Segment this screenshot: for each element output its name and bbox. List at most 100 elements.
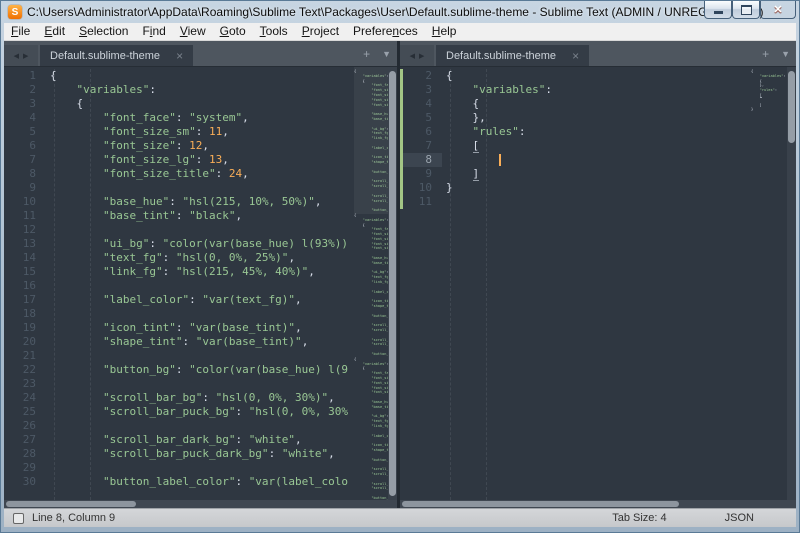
code-line: { — [442, 69, 751, 83]
code-line — [46, 419, 354, 433]
gutter-left: 1234567891011121314151617181920212223242… — [4, 67, 46, 500]
close-button[interactable]: ✕ — [760, 1, 796, 19]
nav-back-icon[interactable]: ◀ — [14, 52, 19, 60]
pane-right: ◀ ▶ Default.sublime-theme × + ▼ 23456789… — [400, 41, 796, 508]
code-line: "variables": — [442, 83, 751, 97]
menu-item-selection[interactable]: Selection — [72, 23, 135, 40]
line-number: 19 — [4, 321, 46, 335]
horizontal-scrollbar-right[interactable] — [400, 500, 796, 508]
code-line: "icon_tint": "var(base_tint)", — [46, 321, 354, 335]
menu-item-goto[interactable]: Goto — [213, 23, 253, 40]
line-number: 29 — [4, 461, 46, 475]
code-line — [46, 223, 354, 237]
line-number: 5 — [4, 125, 46, 139]
menu-item-find[interactable]: Find — [135, 23, 172, 40]
status-cursor-position: Line 8, Column 9 — [32, 512, 115, 524]
menu-item-project[interactable]: Project — [295, 23, 346, 40]
code-line: "scroll_bar_puck_bg": "hsl(0, 0%, 30% — [46, 405, 354, 419]
tab-bar-left: ◀ ▶ Default.sublime-theme × + ▼ — [4, 41, 397, 67]
line-number: 10 — [400, 181, 442, 195]
close-tab-icon[interactable]: × — [176, 50, 183, 62]
code-line: "font_size_sm": 11, — [46, 125, 354, 139]
diff-added-marker — [400, 69, 403, 209]
code-line: "scroll_bar_bg": "hsl(0, 0%, 30%)", — [46, 391, 354, 405]
line-number: 2 — [4, 83, 46, 97]
code-area-left[interactable]: { "variables": { "font_face": "system", … — [46, 67, 354, 500]
menu-item-view[interactable]: View — [173, 23, 213, 40]
vertical-scrollbar-left[interactable] — [388, 67, 397, 500]
pane-left: ◀ ▶ Default.sublime-theme × + ▼ 12345678… — [4, 41, 397, 508]
menu-item-preferences[interactable]: Preferences — [346, 23, 425, 40]
scrollbar-puck[interactable] — [6, 501, 136, 507]
status-indicator-icon[interactable] — [13, 513, 24, 524]
tab-overflow-icon[interactable]: ▼ — [775, 49, 796, 59]
horizontal-scrollbar-left[interactable] — [4, 500, 397, 508]
line-number: 11 — [400, 195, 442, 209]
nav-forward-icon[interactable]: ▶ — [419, 52, 424, 60]
maximize-button[interactable] — [732, 1, 760, 19]
nav-forward-icon[interactable]: ▶ — [23, 52, 28, 60]
tab-bar-right: ◀ ▶ Default.sublime-theme × + ▼ — [400, 41, 796, 67]
code-line: "text_fg": "hsl(0, 0%, 25%)", — [46, 251, 354, 265]
code-line: "scroll_bar_dark_bg": "white", — [46, 433, 354, 447]
minimize-button[interactable] — [704, 1, 732, 19]
window-title: C:\Users\Administrator\AppData\Roaming\S… — [27, 5, 763, 19]
line-number: 8 — [400, 153, 442, 167]
code-line: "shape_tint": "var(base_tint)", — [46, 335, 354, 349]
code-line: [ — [442, 139, 751, 153]
nav-back-icon[interactable]: ◀ — [410, 52, 415, 60]
line-number: 24 — [4, 391, 46, 405]
code-line: "base_tint": "black", — [46, 209, 354, 223]
new-tab-icon[interactable]: + — [357, 47, 376, 61]
menu-item-edit[interactable]: Edit — [37, 23, 72, 40]
line-number: 27 — [4, 433, 46, 447]
line-number: 25 — [4, 405, 46, 419]
editor-right: 234567891011 { "variables": { }, "rules"… — [400, 67, 796, 500]
code-line — [46, 307, 354, 321]
scrollbar-puck[interactable] — [389, 71, 396, 496]
line-number: 21 — [4, 349, 46, 363]
status-syntax[interactable]: JSON — [725, 512, 754, 524]
code-line: "font_size_title": 24, — [46, 167, 354, 181]
menu-bar: FileEditSelectionFindViewGotoToolsProjec… — [4, 23, 796, 41]
tab-overflow-icon[interactable]: ▼ — [376, 49, 397, 59]
editor-left: 1234567891011121314151617181920212223242… — [4, 67, 397, 500]
line-number: 23 — [4, 377, 46, 391]
menu-item-tools[interactable]: Tools — [253, 23, 295, 40]
menu-item-file[interactable]: File — [4, 23, 37, 40]
tab-default-sublime-theme[interactable]: Default.sublime-theme × — [40, 45, 193, 66]
close-tab-icon[interactable]: × — [572, 50, 579, 62]
scrollbar-puck[interactable] — [402, 501, 679, 507]
minimap-left[interactable]: { "variables": { "font_face": "system", … — [354, 67, 388, 500]
minimap-right[interactable]: { "variables": { }, "rules": [ ]} — [751, 67, 787, 500]
tab-label: Default.sublime-theme — [446, 50, 556, 62]
tab-nav-box: ◀ ▶ — [4, 45, 38, 66]
tab-label: Default.sublime-theme — [50, 50, 160, 62]
status-bar: Line 8, Column 9 Tab Size: 4 JSON — [4, 508, 796, 527]
code-area-right[interactable]: { "variables": { }, "rules": [ ]} — [442, 67, 751, 500]
line-number: 2 — [400, 69, 442, 83]
line-number: 20 — [4, 335, 46, 349]
line-number: 18 — [4, 307, 46, 321]
code-line: "font_size": 12, — [46, 139, 354, 153]
title-bar: S C:\Users\Administrator\AppData\Roaming… — [1, 1, 799, 23]
code-line: "variables": — [46, 83, 354, 97]
code-line — [46, 461, 354, 475]
tab-nav-box: ◀ ▶ — [400, 45, 434, 66]
editor-group: ◀ ▶ Default.sublime-theme × + ▼ 12345678… — [4, 41, 796, 508]
code-line: "label_color": "var(text_fg)", — [46, 293, 354, 307]
code-line — [46, 377, 354, 391]
line-number: 11 — [4, 209, 46, 223]
tab-default-sublime-theme[interactable]: Default.sublime-theme × — [436, 45, 589, 66]
caption-buttons: ✕ — [704, 1, 796, 19]
code-line — [442, 153, 751, 167]
vertical-scrollbar-right[interactable] — [787, 67, 796, 500]
scrollbar-puck[interactable] — [788, 71, 795, 143]
line-number: 15 — [4, 265, 46, 279]
line-number: 16 — [4, 279, 46, 293]
status-tab-size[interactable]: Tab Size: 4 — [612, 512, 666, 524]
menu-item-help[interactable]: Help — [425, 23, 464, 40]
text-cursor — [499, 154, 501, 166]
new-tab-icon[interactable]: + — [756, 47, 775, 61]
sublime-text-logo-icon[interactable]: S — [8, 5, 22, 19]
